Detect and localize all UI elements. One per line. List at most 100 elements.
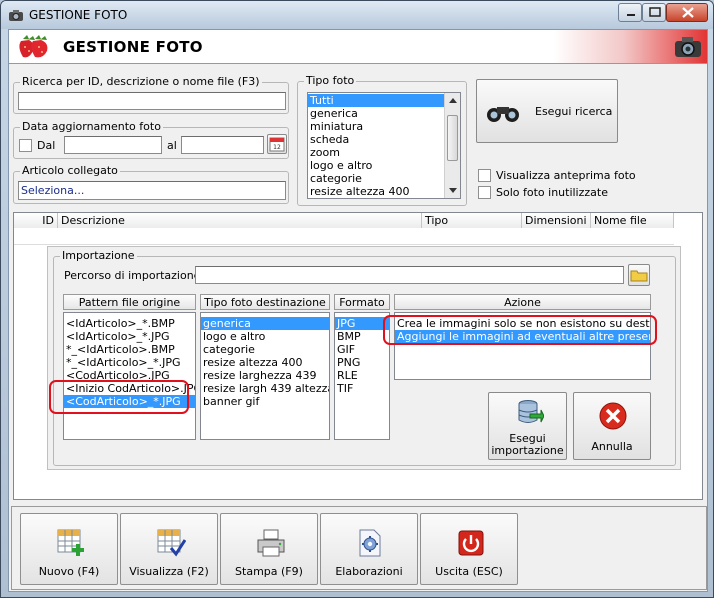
strawberry-icon	[19, 35, 48, 58]
pattern-item[interactable]: <IdArticolo>_*.JPG	[64, 330, 195, 343]
inutilizzate-checkbox[interactable]	[478, 186, 491, 199]
dal-checkbox[interactable]	[19, 139, 32, 152]
scroll-up-icon	[449, 98, 457, 103]
calendar-button[interactable]: 12	[267, 134, 287, 154]
al-label: al	[167, 139, 177, 152]
binoculars-icon	[487, 107, 519, 122]
tipo-foto-item[interactable]: miniatura	[308, 120, 444, 133]
grid-add-icon	[57, 529, 84, 556]
browse-folder-button[interactable]	[628, 264, 650, 286]
pattern-list[interactable]: <IdArticolo>_*.BMP <IdArticolo>_*.JPG *_<I…	[63, 312, 196, 440]
formato-item[interactable]: GIF	[335, 343, 389, 356]
grid-header: ID Descrizione Tipo Dimensioni Nome file	[14, 213, 674, 229]
client-area: GESTIONE FOTO Ricerca per ID, descrizion…	[8, 29, 708, 592]
title-bar: GESTIONE FOTO	[1, 1, 713, 29]
col-descrizione[interactable]: Descrizione	[58, 213, 422, 228]
tipo-foto-list[interactable]: Tutti generica miniatura scheda zoom logo e a…	[307, 92, 461, 199]
col-tipo[interactable]: Tipo	[422, 213, 522, 228]
formato-header: Formato	[334, 294, 390, 310]
article-select[interactable]: Seleziona...	[18, 181, 286, 200]
maximize-icon	[649, 7, 661, 17]
tipo-dest-item[interactable]: resize largh 439 altezza 40	[201, 382, 329, 395]
window-title: GESTIONE FOTO	[29, 8, 128, 22]
nuovo-label: Nuovo (F4)	[38, 565, 100, 578]
stampa-button[interactable]: Stampa (F9)	[220, 513, 318, 585]
dal-date-input[interactable]	[64, 136, 162, 154]
tipo-dest-item[interactable]: resize altezza 400	[201, 356, 329, 369]
grid-empty-row[interactable]	[14, 229, 674, 245]
formato-item[interactable]: RLE	[335, 369, 389, 382]
pattern-header: Pattern file origine	[63, 294, 196, 310]
app-window: GESTIONE FOTO GESTIONE FOTO Ricerca per …	[0, 0, 714, 598]
page-title: GESTIONE FOTO	[63, 38, 203, 56]
uscita-button[interactable]: Uscita (ESC)	[420, 513, 518, 585]
col-id[interactable]: ID	[14, 213, 58, 228]
tipo-dest-item[interactable]: generica	[201, 317, 329, 330]
col-dimensioni[interactable]: Dimensioni	[522, 213, 591, 228]
stampa-label: Stampa (F9)	[235, 565, 303, 578]
dal-label: Dal	[37, 139, 56, 152]
minimize-button[interactable]	[618, 3, 642, 22]
nuovo-button[interactable]: Nuovo (F4)	[20, 513, 118, 585]
col-nome-file[interactable]: Nome file	[591, 213, 674, 228]
tipo-foto-item[interactable]: resize altezza 400	[308, 185, 444, 198]
formato-list[interactable]: JPG BMP GIF PNG RLE TIF	[334, 312, 390, 440]
database-import-icon	[518, 400, 544, 423]
maximize-button[interactable]	[642, 3, 666, 22]
esegui-ricerca-label: Esegui ricerca	[535, 105, 613, 118]
esegui-importazione-button[interactable]: Esegui importazione	[488, 392, 567, 460]
inutilizzate-label: Solo foto inutilizzate	[496, 186, 608, 199]
close-button[interactable]	[666, 3, 708, 22]
tipo-foto-item[interactable]: zoom	[308, 146, 444, 159]
import-group: Importazione Percorso di importazione : …	[53, 249, 676, 466]
formato-item[interactable]: BMP	[335, 330, 389, 343]
visualizza-button[interactable]: Visualizza (F2)	[120, 513, 218, 585]
tipo-dest-item[interactable]: logo e altro	[201, 330, 329, 343]
tipo-dest-item[interactable]: resize larghezza 439	[201, 369, 329, 382]
tipo-foto-item[interactable]: scheda	[308, 133, 444, 146]
tipo-foto-item[interactable]: generica	[308, 107, 444, 120]
svg-text:12: 12	[273, 144, 281, 151]
camera-icon	[675, 37, 701, 57]
anteprima-checkbox[interactable]	[478, 169, 491, 182]
elaborazioni-label: Elaborazioni	[335, 565, 403, 578]
formato-item[interactable]: JPG	[335, 317, 389, 330]
tipo-foto-item[interactable]: Tutti	[308, 94, 444, 107]
tipo-dest-list[interactable]: generica logo e altro categorie resize alte…	[200, 312, 330, 440]
tipo-foto-item[interactable]: logo e altro	[308, 159, 444, 172]
pattern-item[interactable]: *_<IdArticolo>_*.JPG	[64, 356, 195, 369]
formato-item[interactable]: PNG	[335, 356, 389, 369]
anteprima-label: Visualizza anteprima foto	[496, 169, 636, 182]
search-group: Ricerca per ID, descrizione o nome file …	[13, 75, 289, 114]
search-input[interactable]	[18, 92, 286, 110]
azione-list[interactable]: Crea le immagini solo se non esistono su…	[394, 312, 651, 380]
import-label: Importazione	[60, 249, 137, 262]
article-label: Articolo collegato	[20, 164, 120, 177]
al-date-input[interactable]	[181, 136, 264, 154]
gear-document-icon	[359, 529, 381, 557]
scroll-thumb[interactable]	[447, 115, 458, 161]
header-banner: GESTIONE FOTO	[9, 30, 707, 64]
tipo-dest-item[interactable]: categorie	[201, 343, 329, 356]
article-group: Articolo collegato Seleziona...	[13, 164, 289, 204]
tipo-foto-item[interactable]: categorie	[308, 172, 444, 185]
pattern-item[interactable]: <IdArticolo>_*.BMP	[64, 317, 195, 330]
uscita-label: Uscita (ESC)	[435, 565, 503, 578]
esegui-ricerca-button[interactable]: Esegui ricerca	[476, 79, 618, 143]
tipo-foto-scrollbar[interactable]	[444, 93, 460, 198]
annulla-label: Annulla	[591, 440, 633, 453]
tipo-foto-label: Tipo foto	[304, 74, 357, 87]
close-icon	[682, 7, 694, 18]
pattern-item[interactable]: <Inizio CodArticolo>.JPG	[64, 382, 195, 395]
pattern-item[interactable]: *_<IdArticolo>.BMP	[64, 343, 195, 356]
percorso-input[interactable]	[195, 266, 624, 284]
annulla-button[interactable]: Annulla	[573, 392, 651, 460]
pattern-item[interactable]: <CodArticolo>.JPG	[64, 369, 195, 382]
azione-item[interactable]: Crea le immagini solo se non esistono su…	[395, 317, 650, 330]
elaborazioni-button[interactable]: Elaborazioni	[320, 513, 418, 585]
formato-item[interactable]: TIF	[335, 382, 389, 395]
tipo-dest-item[interactable]: banner gif	[201, 395, 329, 408]
azione-item[interactable]: Aggiungi le immagini ad eventuali altre …	[395, 330, 650, 343]
pattern-item[interactable]: <CodArticolo>_*.JPG	[64, 395, 195, 408]
azione-header: Azione	[394, 294, 651, 310]
